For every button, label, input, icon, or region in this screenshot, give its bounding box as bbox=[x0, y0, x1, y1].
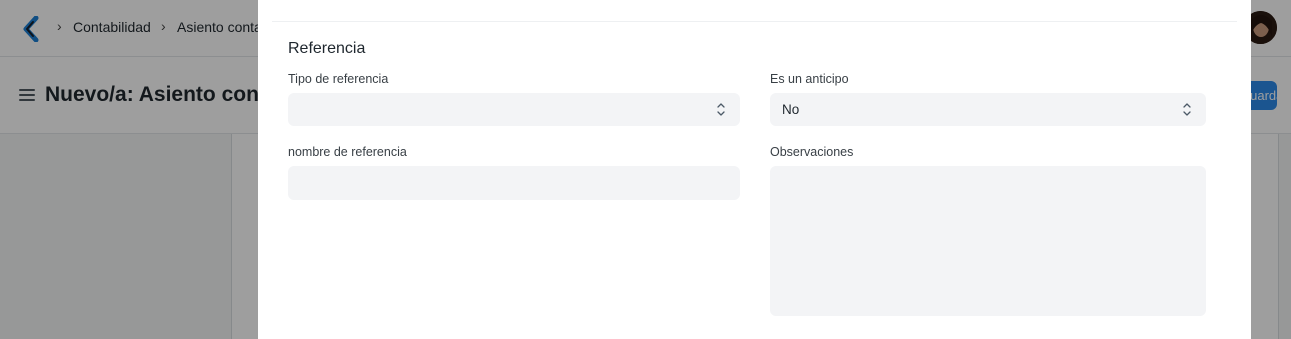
section-title: Referencia bbox=[288, 40, 366, 57]
modal-dialog: Referencia Tipo de referencia Es un anti… bbox=[258, 0, 1251, 339]
remarks-label: Observaciones bbox=[770, 145, 854, 159]
reference-type-select[interactable] bbox=[288, 93, 740, 126]
remarks-textarea[interactable] bbox=[770, 166, 1206, 316]
chevron-up-down-icon bbox=[717, 103, 725, 116]
reference-type-label: Tipo de referencia bbox=[288, 72, 389, 86]
reference-name-input[interactable] bbox=[288, 166, 740, 200]
is-advance-value: No bbox=[782, 102, 800, 117]
chevron-up-down-icon bbox=[1183, 103, 1191, 116]
is-advance-select[interactable]: No bbox=[770, 93, 1206, 126]
modal-divider bbox=[272, 21, 1237, 22]
reference-name-label: nombre de referencia bbox=[288, 145, 407, 159]
is-advance-label: Es un anticipo bbox=[770, 72, 849, 86]
